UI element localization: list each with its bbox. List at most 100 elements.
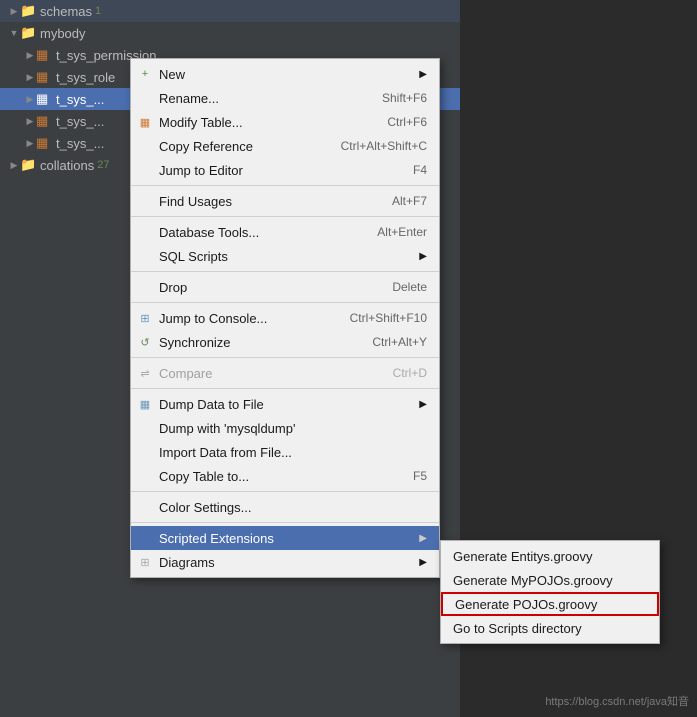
context-menu: + New ▶ Rename... Shift+F6 ▦ Modify Tabl… bbox=[130, 58, 440, 578]
menu-item-label: Drop bbox=[159, 280, 187, 295]
shortcut-label: Ctrl+D bbox=[373, 366, 427, 380]
arrow-icon: ▼ bbox=[8, 28, 20, 38]
menu-item-compare[interactable]: ⇌ Compare Ctrl+D bbox=[131, 361, 439, 385]
shortcut-label: Ctrl+Alt+Y bbox=[352, 335, 427, 349]
submenu-arrow-icon: ▶ bbox=[419, 533, 427, 544]
submenu-item-generate-pojos[interactable]: Generate POJOs.groovy bbox=[441, 592, 659, 616]
menu-item-label: Scripted Extensions bbox=[159, 531, 274, 546]
menu-item-modify-table[interactable]: ▦ Modify Table... Ctrl+F6 bbox=[131, 110, 439, 134]
menu-item-label: Import Data from File... bbox=[159, 445, 292, 460]
menu-item-label: Dump with 'mysqldump' bbox=[159, 421, 295, 436]
menu-item-label: Rename... bbox=[159, 91, 219, 106]
separator bbox=[131, 491, 439, 492]
arrow-icon: ▶ bbox=[24, 116, 36, 127]
separator bbox=[131, 357, 439, 358]
separator bbox=[131, 302, 439, 303]
separator bbox=[131, 522, 439, 523]
menu-item-dump-data[interactable]: ▦ Dump Data to File ▶ bbox=[131, 392, 439, 416]
menu-item-label: Modify Table... bbox=[159, 115, 243, 130]
menu-item-label: Synchronize bbox=[159, 335, 231, 350]
shortcut-label: Alt+F7 bbox=[372, 194, 427, 208]
compare-icon: ⇌ bbox=[137, 365, 153, 381]
menu-item-label: Database Tools... bbox=[159, 225, 259, 240]
menu-item-import-data[interactable]: Import Data from File... bbox=[131, 440, 439, 464]
arrow-icon: ▶ bbox=[24, 50, 36, 61]
separator bbox=[131, 388, 439, 389]
shortcut-label: Delete bbox=[372, 280, 427, 294]
shortcut-label: Ctrl+Shift+F10 bbox=[330, 311, 427, 325]
table-icon: ▦ bbox=[36, 47, 52, 63]
folder-icon: 📁 bbox=[20, 25, 36, 41]
shortcut-label: Shift+F6 bbox=[362, 91, 427, 105]
shortcut-label: Alt+Enter bbox=[357, 225, 427, 239]
dump-icon: ▦ bbox=[137, 396, 153, 412]
watermark-text: https://blog.csdn.net/java知音 bbox=[545, 696, 689, 708]
submenu-item-label: Generate POJOs.groovy bbox=[455, 597, 597, 612]
menu-item-database-tools[interactable]: Database Tools... Alt+Enter bbox=[131, 220, 439, 244]
menu-item-color-settings[interactable]: Color Settings... bbox=[131, 495, 439, 519]
submenu-item-generate-mypojos[interactable]: Generate MyPOJOs.groovy bbox=[441, 568, 659, 592]
submenu-scripted-extensions: Generate Entitys.groovy Generate MyPOJOs… bbox=[440, 540, 660, 644]
arrow-icon: ▶ bbox=[24, 138, 36, 149]
submenu-item-label: Go to Scripts directory bbox=[453, 621, 582, 636]
tree-item-label: collations bbox=[40, 158, 94, 173]
watermark: https://blog.csdn.net/java知音 bbox=[545, 693, 689, 709]
menu-item-label: Copy Reference bbox=[159, 139, 253, 154]
arrow-icon: ▶ bbox=[8, 160, 20, 171]
separator bbox=[131, 216, 439, 217]
tree-item-label: t_sys_... bbox=[56, 114, 104, 129]
menu-item-label: Color Settings... bbox=[159, 500, 252, 515]
table-icon: ▦ bbox=[36, 113, 52, 129]
submenu-item-generate-entitys[interactable]: Generate Entitys.groovy bbox=[441, 544, 659, 568]
menu-item-copy-reference[interactable]: Copy Reference Ctrl+Alt+Shift+C bbox=[131, 134, 439, 158]
submenu-item-label: Generate MyPOJOs.groovy bbox=[453, 573, 613, 588]
submenu-arrow-icon: ▶ bbox=[419, 251, 427, 262]
separator bbox=[131, 271, 439, 272]
submenu-item-go-to-scripts[interactable]: Go to Scripts directory bbox=[441, 616, 659, 640]
menu-item-jump-to-editor[interactable]: Jump to Editor F4 bbox=[131, 158, 439, 182]
tree-item-label: schemas bbox=[40, 4, 92, 19]
arrow-icon: ▶ bbox=[24, 72, 36, 83]
menu-item-label: Compare bbox=[159, 366, 212, 381]
console-icon: ⊞ bbox=[137, 310, 153, 326]
arrow-icon: ▶ bbox=[24, 94, 36, 105]
folder-icon: 📁 bbox=[20, 157, 36, 173]
new-icon: + bbox=[137, 66, 153, 82]
menu-item-new[interactable]: + New ▶ bbox=[131, 62, 439, 86]
menu-item-label: Dump Data to File bbox=[159, 397, 264, 412]
submenu-arrow-icon: ▶ bbox=[419, 69, 427, 80]
submenu-arrow-icon: ▶ bbox=[419, 399, 427, 410]
folder-icon: 📁 bbox=[20, 3, 36, 19]
menu-item-label: Find Usages bbox=[159, 194, 232, 209]
table-icon: ▦ bbox=[36, 69, 52, 85]
menu-item-label: SQL Scripts bbox=[159, 249, 228, 264]
menu-item-find-usages[interactable]: Find Usages Alt+F7 bbox=[131, 189, 439, 213]
menu-item-copy-table[interactable]: Copy Table to... F5 bbox=[131, 464, 439, 488]
separator bbox=[131, 185, 439, 186]
modify-table-icon: ▦ bbox=[137, 114, 153, 130]
shortcut-label: F4 bbox=[393, 163, 427, 177]
submenu-item-label: Generate Entitys.groovy bbox=[453, 549, 592, 564]
menu-item-dump-mysqldump[interactable]: Dump with 'mysqldump' bbox=[131, 416, 439, 440]
shortcut-label: Ctrl+Alt+Shift+C bbox=[321, 139, 427, 153]
menu-item-sql-scripts[interactable]: SQL Scripts ▶ bbox=[131, 244, 439, 268]
table-icon: ▦ bbox=[36, 135, 52, 151]
menu-item-scripted-extensions[interactable]: Scripted Extensions ▶ bbox=[131, 526, 439, 550]
tree-item-label: t_sys_... bbox=[56, 92, 104, 107]
tree-item-label: t_sys_... bbox=[56, 136, 104, 151]
arrow-icon: ▶ bbox=[8, 6, 20, 17]
tree-item-badge: 27 bbox=[97, 159, 109, 171]
menu-item-diagrams[interactable]: ⊞ Diagrams ▶ bbox=[131, 550, 439, 574]
tree-item-mybody[interactable]: ▼ 📁 mybody bbox=[0, 22, 460, 44]
menu-item-jump-to-console[interactable]: ⊞ Jump to Console... Ctrl+Shift+F10 bbox=[131, 306, 439, 330]
menu-item-label: Jump to Console... bbox=[159, 311, 267, 326]
table-icon: ▦ bbox=[36, 91, 52, 107]
tree-item-badge: 1 bbox=[95, 5, 101, 17]
menu-item-drop[interactable]: Drop Delete bbox=[131, 275, 439, 299]
menu-item-label: Jump to Editor bbox=[159, 163, 243, 178]
tree-item-schemas[interactable]: ▶ 📁 schemas 1 bbox=[0, 0, 460, 22]
shortcut-label: Ctrl+F6 bbox=[367, 115, 427, 129]
sync-icon: ↺ bbox=[137, 334, 153, 350]
menu-item-rename[interactable]: Rename... Shift+F6 bbox=[131, 86, 439, 110]
menu-item-synchronize[interactable]: ↺ Synchronize Ctrl+Alt+Y bbox=[131, 330, 439, 354]
